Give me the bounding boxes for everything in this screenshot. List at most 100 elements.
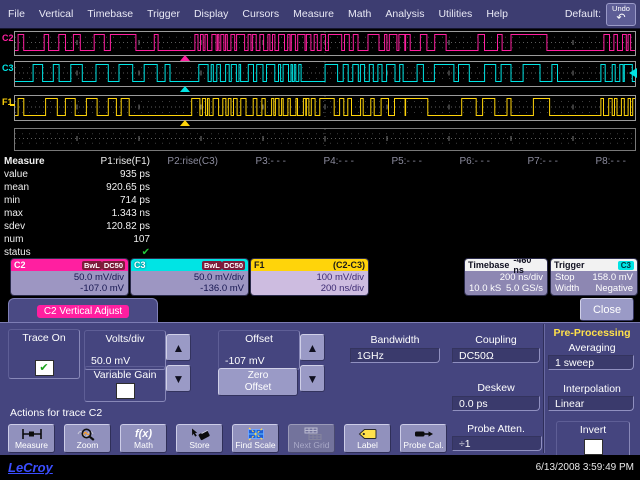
measure-col-header-p4[interactable]: P4:- - - <box>296 156 364 169</box>
descriptor-c3[interactable]: C3 BwLDC50 50.0 mV/div -136.0 mV <box>130 258 249 296</box>
zoom-icon <box>77 427 99 441</box>
averaging-field[interactable]: 1 sweep <box>548 355 634 370</box>
measure-row-label-mean: mean <box>4 182 92 195</box>
measure-sdev-p1: 120.82 ps <box>92 221 160 234</box>
tab-c2-vertical-adjust[interactable]: C2 Vertical Adjust <box>8 298 158 323</box>
grid-strip-c3[interactable] <box>14 61 636 87</box>
math-icon: f(x) <box>135 427 152 441</box>
zero-offset-button[interactable]: Zero Offset <box>218 368 298 396</box>
measure-col-header-p8[interactable]: P8:- - - <box>568 156 636 169</box>
action-button-label: Zoom <box>77 441 99 450</box>
measure-max-p5 <box>364 208 432 221</box>
math-button[interactable]: f(x)Math <box>120 424 167 453</box>
next-grid-icon <box>301 427 323 441</box>
label-button[interactable]: Label <box>344 424 391 453</box>
measure-max-p6 <box>432 208 500 221</box>
offset-decrease-button[interactable]: ▼ <box>300 365 325 392</box>
offset-increase-button[interactable]: ▲ <box>300 334 325 361</box>
store-button[interactable]: Store <box>176 424 223 453</box>
interpolation-field[interactable]: Linear <box>548 396 634 411</box>
deskew-field[interactable]: 0.0 ps <box>452 396 540 411</box>
trigger-type: Width <box>555 283 579 295</box>
measure-col-header-p6[interactable]: P6:- - - <box>432 156 500 169</box>
interpolation-label: Interpolation <box>546 383 638 395</box>
measure-mean-p8 <box>568 182 636 195</box>
measure-sdev-p8 <box>568 221 636 234</box>
measure-row-label-num: num <box>4 234 92 247</box>
measure-num-p2 <box>160 234 228 247</box>
coupling-field[interactable]: DC50Ω <box>452 348 540 363</box>
descriptor-timebase-body: 200 ns/div 10.0 kS 5.0 GS/s <box>465 271 547 295</box>
trace-on-checkbox[interactable]: ✔ <box>35 360 54 376</box>
probe-cal-icon <box>413 427 435 441</box>
descriptor-c2-header: C2 BwLDC50 <box>11 259 128 271</box>
undo-button[interactable]: Undo ↶ <box>606 3 636 26</box>
descriptor-timebase[interactable]: Timebase -460 ns 200 ns/div 10.0 kS 5.0 … <box>464 258 548 296</box>
c2-offset: -107.0 mV <box>15 283 124 295</box>
measure-col-header-p3[interactable]: P3:- - - <box>228 156 296 169</box>
measure-col-header-p1[interactable]: P1:rise(F1) <box>92 156 160 169</box>
store-icon <box>189 427 211 441</box>
zoom-button[interactable]: Zoom <box>64 424 111 453</box>
find-scale-button[interactable]: Find Scale <box>232 424 279 453</box>
probe-cal-button[interactable]: Probe Cal. <box>400 424 447 453</box>
offset-value[interactable]: -107 mV <box>219 355 299 367</box>
menu-vertical[interactable]: Vertical <box>33 1 79 28</box>
trace-label-c3: C3 <box>2 63 14 73</box>
descriptor-timebase-header: Timebase -460 ns <box>465 259 547 271</box>
measure-button[interactable]: Measure <box>8 424 55 453</box>
bandwidth-field[interactable]: 1GHz <box>350 348 440 363</box>
trigger-time-marker-c3[interactable] <box>180 86 190 92</box>
measure-col-header-p2[interactable]: P2:rise(C3) <box>160 156 228 169</box>
variable-gain-checkbox[interactable] <box>116 383 135 399</box>
offset-group: Offset -107 mV <box>218 330 300 370</box>
trigger-time-marker-c2[interactable] <box>180 55 190 61</box>
menu-analysis[interactable]: Analysis <box>379 1 430 28</box>
menu-utilities[interactable]: Utilities <box>432 1 478 28</box>
f1-timebase: 200 ns/div <box>255 283 364 295</box>
probe-atten-label: Probe Atten. <box>452 423 540 435</box>
lecroy-logo: LeCroy <box>8 460 53 475</box>
close-button[interactable]: Close <box>580 298 634 321</box>
measure-col-header-p7[interactable]: P7:- - - <box>500 156 568 169</box>
measure-icon <box>21 427 43 441</box>
grid-strip-empty[interactable] <box>14 128 636 151</box>
descriptor-c2[interactable]: C2 BwLDC50 50.0 mV/div -107.0 mV <box>10 258 129 296</box>
trigger-slope: Negative <box>596 283 634 295</box>
trigger-level-arrow-c3[interactable] <box>629 68 637 78</box>
invert-group: Invert <box>556 421 630 458</box>
measure-max-p3 <box>228 208 296 221</box>
descriptor-f1[interactable]: F1 (C2-C3) 100 mV/div 200 ns/div <box>250 258 369 296</box>
volts-div-decrease-button[interactable]: ▼ <box>166 365 191 392</box>
tab-label: C2 Vertical Adjust <box>37 305 129 318</box>
menu-measure[interactable]: Measure <box>287 1 340 28</box>
descriptor-trigger[interactable]: Trigger C3 Stop 158.0 mV Width Negative <box>550 258 638 296</box>
volts-div-group: Volts/div 50.0 mV <box>84 330 166 370</box>
trigger-level: 158.0 mV <box>592 272 633 284</box>
menu-trigger[interactable]: Trigger <box>141 1 186 28</box>
actions-for-trace-label: Actions for trace C2 <box>10 407 102 419</box>
trigger-time-marker-f1[interactable] <box>180 120 190 126</box>
descriptor-trigger-header: Trigger C3 <box>551 259 637 271</box>
menu-file[interactable]: File <box>2 1 31 28</box>
measure-mean-p6 <box>432 182 500 195</box>
measure-col-header-p5[interactable]: P5:- - - <box>364 156 432 169</box>
probe-atten-field[interactable]: ÷1 <box>452 436 542 451</box>
menu-timebase[interactable]: Timebase <box>81 1 139 28</box>
descriptor-f1-body: 100 mV/div 200 ns/div <box>251 271 368 295</box>
grid-strip-c2[interactable] <box>14 31 636 56</box>
timebase-samples: 10.0 kS <box>469 283 501 295</box>
volts-div-label: Volts/div <box>105 333 144 345</box>
grid-strip-f1[interactable] <box>14 95 636 121</box>
measure-value-p7 <box>500 169 568 182</box>
menu-math[interactable]: Math <box>342 1 377 28</box>
action-button-label: Store <box>189 441 209 450</box>
action-button-label: Find Scale <box>235 441 275 450</box>
menu-cursors[interactable]: Cursors <box>236 1 285 28</box>
action-button-label: Math <box>134 441 153 450</box>
measure-num-p5 <box>364 234 432 247</box>
menu-help[interactable]: Help <box>480 1 514 28</box>
invert-checkbox[interactable] <box>584 439 603 455</box>
menu-display[interactable]: Display <box>188 1 234 28</box>
volts-div-increase-button[interactable]: ▲ <box>166 334 191 361</box>
